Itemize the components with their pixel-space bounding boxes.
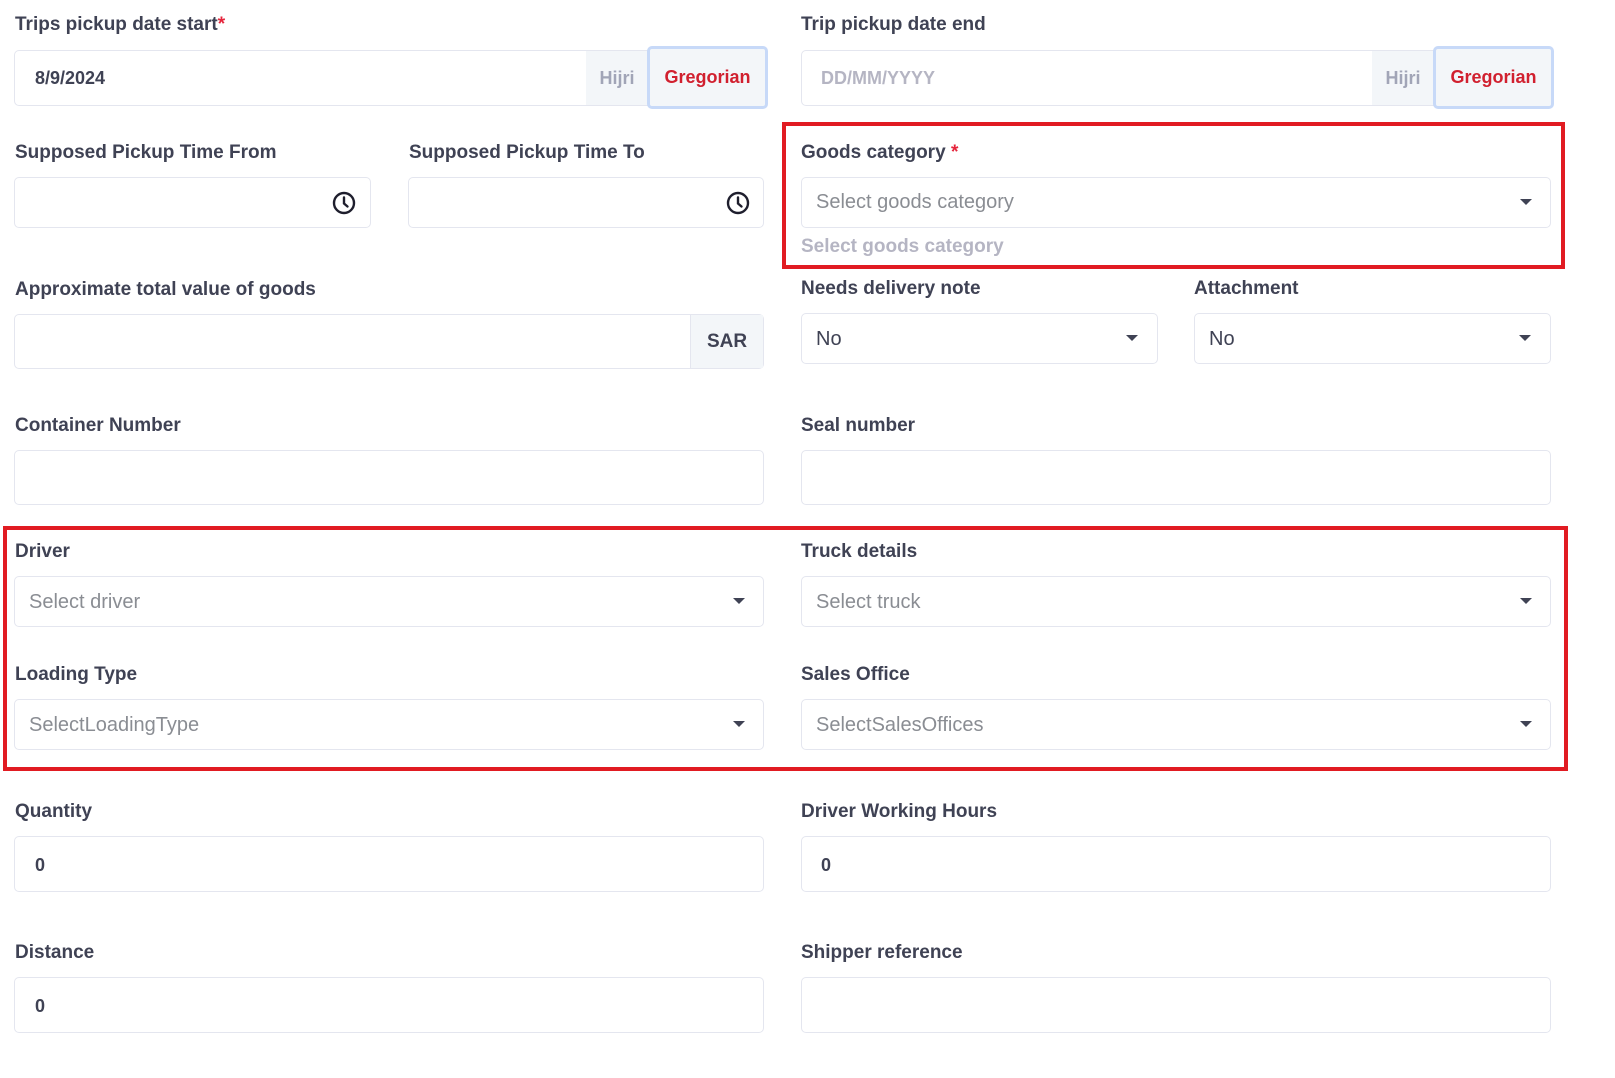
quantity-value: 0 (35, 855, 46, 875)
attachment-select[interactable]: No (1194, 313, 1551, 364)
goods-category-label-text: Goods category (801, 142, 946, 163)
truck-placeholder: Select truck (816, 591, 921, 613)
trip-start-gregorian-button[interactable]: Gregorian (647, 46, 768, 109)
trip-end-hijri-button[interactable]: Hijri (1372, 51, 1434, 105)
distance-input[interactable]: 0 (14, 977, 764, 1033)
sales-office-label: Sales Office (801, 664, 910, 685)
clock-icon[interactable] (332, 191, 356, 215)
trip-end-label: Trip pickup date end (801, 14, 986, 35)
shipper-reference-label: Shipper reference (801, 942, 963, 963)
truck-label: Truck details (801, 541, 918, 562)
goods-category-hint: Select goods category (801, 236, 1004, 257)
container-number-input[interactable] (14, 450, 764, 505)
time-from-input[interactable] (14, 177, 371, 228)
trip-start-label-text: Trips pickup date start (15, 14, 218, 35)
goods-value-input[interactable] (14, 314, 764, 369)
goods-value-label: Approximate total value of goods (15, 279, 316, 300)
goods-category-label: Goods category * (801, 142, 958, 164)
seal-number-label: Seal number (801, 415, 916, 436)
quantity-input[interactable]: 0 (14, 836, 764, 892)
required-mark: * (950, 142, 959, 163)
currency-addon: SAR (690, 315, 763, 368)
chevron-down-icon (1520, 598, 1532, 604)
driver-hours-input[interactable]: 0 (801, 836, 1551, 892)
clock-icon[interactable] (726, 191, 750, 215)
delivery-note-value: No (816, 328, 842, 350)
trip-end-gregorian-button[interactable]: Gregorian (1433, 46, 1554, 109)
seal-number-input[interactable] (801, 450, 1551, 505)
sales-office-placeholder: SelectSalesOffices (816, 714, 984, 736)
distance-label: Distance (15, 942, 95, 963)
driver-hours-label: Driver Working Hours (801, 801, 998, 822)
driver-placeholder: Select driver (29, 591, 141, 613)
chevron-down-icon (1520, 199, 1532, 205)
sales-office-select[interactable]: SelectSalesOffices (801, 699, 1551, 750)
trip-start-hijri-button[interactable]: Hijri (586, 51, 648, 105)
distance-value: 0 (35, 996, 46, 1016)
trip-start-label: Trips pickup date start* (15, 14, 225, 36)
required-mark: * (217, 14, 226, 35)
quantity-label: Quantity (15, 801, 93, 822)
goods-category-select[interactable]: Select goods category (801, 177, 1551, 228)
driver-select[interactable]: Select driver (14, 576, 764, 627)
loading-type-label: Loading Type (15, 664, 138, 685)
loading-type-placeholder: SelectLoadingType (29, 714, 200, 736)
chevron-down-icon (1126, 335, 1138, 341)
attachment-value: No (1209, 328, 1235, 350)
shipper-reference-input[interactable] (801, 977, 1551, 1033)
driver-label: Driver (15, 541, 70, 562)
chevron-down-icon (1519, 335, 1531, 341)
time-to-input[interactable] (408, 177, 764, 228)
chevron-down-icon (733, 721, 745, 727)
time-to-label: Supposed Pickup Time To (409, 142, 645, 163)
chevron-down-icon (1520, 721, 1532, 727)
goods-category-placeholder: Select goods category (816, 191, 1014, 213)
loading-type-select[interactable]: SelectLoadingType (14, 699, 764, 750)
container-number-label: Container Number (15, 415, 181, 436)
truck-select[interactable]: Select truck (801, 576, 1551, 627)
delivery-note-label: Needs delivery note (801, 278, 981, 299)
chevron-down-icon (733, 598, 745, 604)
time-from-label: Supposed Pickup Time From (15, 142, 277, 163)
trip-end-placeholder: DD/MM/YYYY (821, 68, 936, 88)
delivery-note-select[interactable]: No (801, 313, 1158, 364)
driver-hours-value: 0 (821, 855, 832, 875)
trip-start-value: 8/9/2024 (35, 68, 106, 88)
attachment-label: Attachment (1194, 278, 1299, 299)
